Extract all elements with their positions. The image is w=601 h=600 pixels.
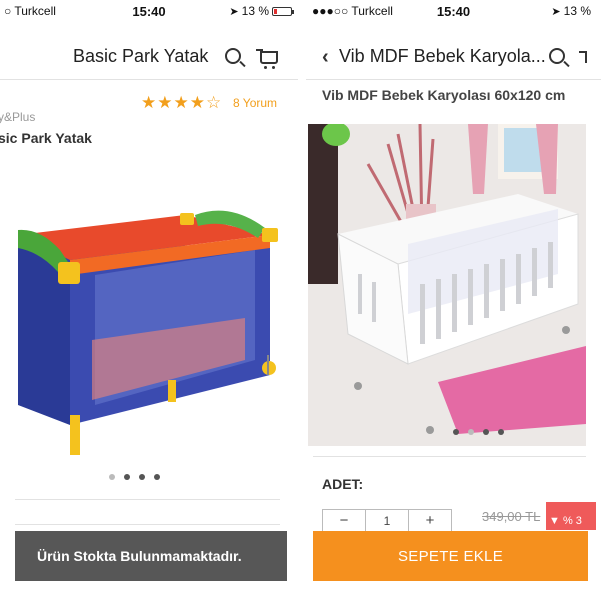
cart-icon[interactable] bbox=[579, 51, 587, 63]
pager-dot[interactable] bbox=[453, 429, 459, 435]
product-image[interactable] bbox=[0, 190, 298, 470]
page-title: Vib MDF Bebek Karyola... bbox=[339, 46, 546, 66]
rating-stars: ★★★★☆ bbox=[141, 93, 223, 112]
review-count-link[interactable]: 8 Yorum bbox=[233, 96, 277, 110]
battery-icon bbox=[272, 6, 294, 16]
location-icon: ➤ bbox=[229, 5, 239, 18]
old-price: 349,00 TL bbox=[482, 509, 541, 524]
nav-bar: Basic Park Yatak bbox=[0, 40, 298, 74]
nav-bar: ‹ Vib MDF Bebek Karyola... bbox=[306, 40, 601, 74]
left-screen: ○ Turkcell 15:40 ➤ 13 % Basic Park Yatak… bbox=[0, 0, 298, 600]
discount-badge: ▼ % 3 bbox=[546, 502, 596, 530]
add-to-cart-button[interactable]: SEPETE EKLE bbox=[313, 531, 588, 581]
chevron-left-icon[interactable]: ‹ bbox=[322, 46, 329, 69]
product-title: Vib MDF Bebek Karyolası 60x120 cm bbox=[322, 87, 566, 103]
nav-divider bbox=[0, 79, 298, 80]
status-right: ➤ 13 % bbox=[551, 4, 591, 18]
battery-percent: 13 % bbox=[241, 4, 269, 18]
page-title: Basic Park Yatak bbox=[73, 46, 209, 66]
nav-divider bbox=[306, 79, 601, 80]
pager-dot[interactable] bbox=[109, 474, 115, 480]
product-name: sic Park Yatak bbox=[0, 130, 92, 146]
pager-dot[interactable] bbox=[124, 474, 130, 480]
quantity-stepper: − 1 + bbox=[322, 509, 452, 531]
search-icon[interactable] bbox=[549, 48, 565, 64]
product-photo[interactable] bbox=[308, 124, 586, 446]
screen-separator bbox=[298, 0, 306, 600]
image-pager[interactable] bbox=[109, 474, 160, 480]
quantity-value[interactable]: 1 bbox=[365, 510, 409, 531]
quantity-minus-button[interactable]: − bbox=[323, 510, 365, 531]
battery-percent: 13 % bbox=[563, 4, 591, 18]
quantity-label: ADET: bbox=[322, 476, 364, 492]
status-bar: ○ Turkcell 15:40 ➤ 13 % bbox=[0, 0, 298, 22]
section-divider bbox=[313, 456, 586, 457]
pager-dot[interactable] bbox=[498, 429, 504, 435]
quantity-plus-button[interactable]: + bbox=[409, 510, 451, 531]
pager-dot[interactable] bbox=[483, 429, 489, 435]
right-screen: ●●●○○ Turkcell 15:40 ➤ 13 % ‹ Vib MDF Be… bbox=[306, 0, 601, 600]
image-pager[interactable] bbox=[453, 429, 504, 435]
status-right: ➤ 13 % bbox=[229, 4, 294, 18]
pager-dot[interactable] bbox=[139, 474, 145, 480]
section-divider bbox=[15, 524, 280, 525]
section-divider bbox=[15, 499, 280, 500]
search-icon[interactable] bbox=[225, 48, 241, 64]
status-bar: ●●●○○ Turkcell 15:40 ➤ 13 % bbox=[306, 0, 601, 22]
location-icon: ➤ bbox=[551, 5, 561, 18]
brand-label: y&Plus bbox=[0, 110, 36, 124]
cart-icon[interactable] bbox=[256, 49, 278, 69]
out-of-stock-banner: Ürün Stokta Bulunmamaktadır. bbox=[15, 531, 287, 581]
pager-dot[interactable] bbox=[468, 429, 474, 435]
pager-dot[interactable] bbox=[154, 474, 160, 480]
